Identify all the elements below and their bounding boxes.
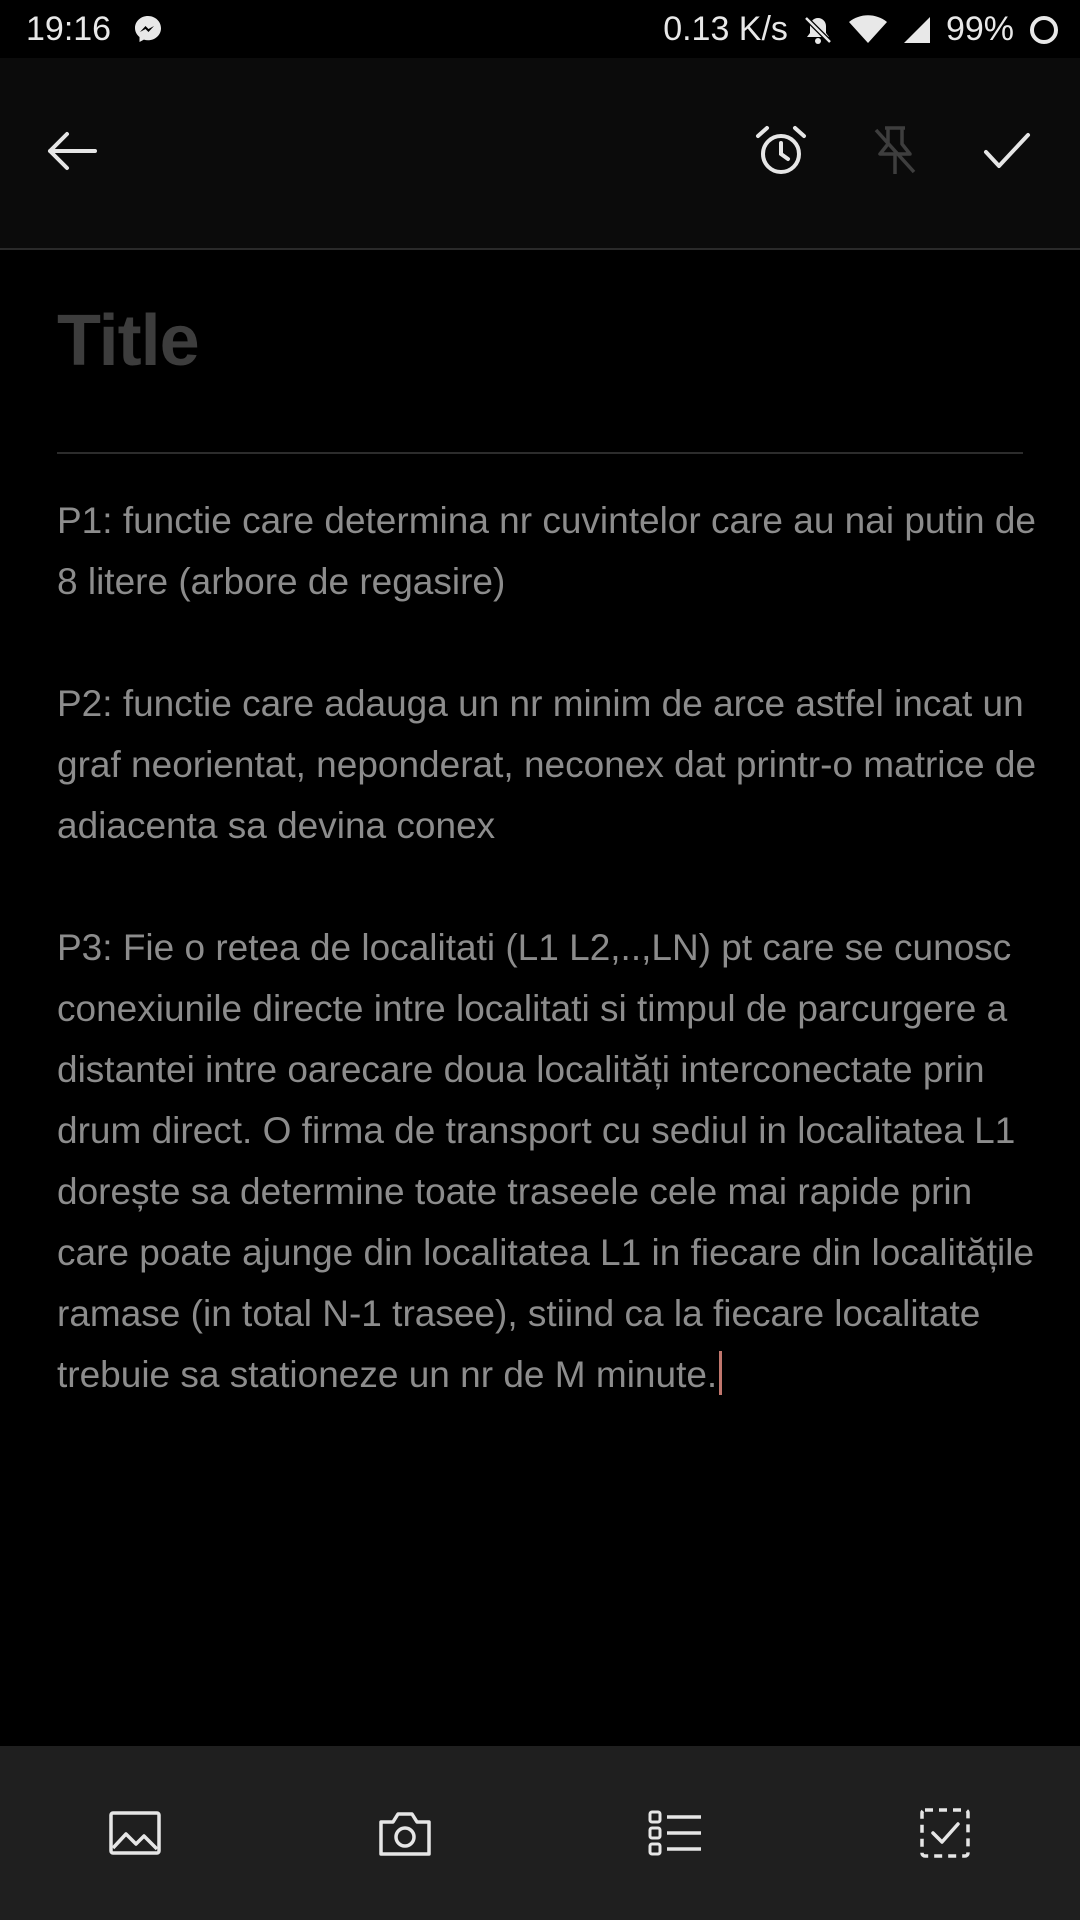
checklist-button[interactable] xyxy=(902,1790,988,1876)
note-paragraph: P3: Fie o retea de localitati (L1 L2,..,… xyxy=(57,917,1037,1405)
battery-ring-icon xyxy=(1028,14,1060,46)
status-time: 19:16 xyxy=(26,10,112,48)
back-button[interactable] xyxy=(26,106,116,196)
note-paragraph-text: P3: Fie o retea de localitati (L1 L2,..,… xyxy=(57,927,1035,1395)
wifi-icon xyxy=(848,14,888,45)
title-divider xyxy=(57,452,1023,454)
signal-icon xyxy=(902,15,932,45)
unpin-button[interactable] xyxy=(850,106,940,196)
app-bar xyxy=(0,58,1080,250)
bulleted-list-icon xyxy=(648,1810,701,1856)
title-field[interactable]: Title xyxy=(57,300,1023,400)
text-cursor xyxy=(719,1351,723,1395)
reminder-button[interactable] xyxy=(736,106,826,196)
status-bar: 19:16 0.13 K/s 99% xyxy=(0,0,1080,58)
net-speed: 0.13 K/s xyxy=(663,10,788,48)
note-paragraph: P2: functie care adauga un nr minim de a… xyxy=(57,683,1037,846)
check-icon xyxy=(984,133,1030,168)
insert-image-button[interactable] xyxy=(92,1790,178,1876)
battery-text: 99% xyxy=(945,10,1014,48)
note-body-editor[interactable]: P1: functie care determina nr cuvintelor… xyxy=(57,490,1037,1405)
mute-bell-icon xyxy=(802,14,834,46)
camera-icon xyxy=(379,1812,431,1856)
note-paragraph: P1: functie care determina nr cuvintelor… xyxy=(57,500,1037,602)
take-photo-button[interactable] xyxy=(362,1790,448,1876)
bulleted-list-button[interactable] xyxy=(632,1790,718,1876)
alarm-icon xyxy=(756,126,806,174)
save-check-button[interactable] xyxy=(962,106,1052,196)
bottom-toolbar xyxy=(0,1746,1080,1920)
checklist-icon xyxy=(920,1808,970,1858)
image-icon xyxy=(109,1811,161,1855)
back-arrow-icon xyxy=(48,132,97,170)
messenger-icon xyxy=(133,14,163,44)
unpin-icon xyxy=(874,126,916,174)
